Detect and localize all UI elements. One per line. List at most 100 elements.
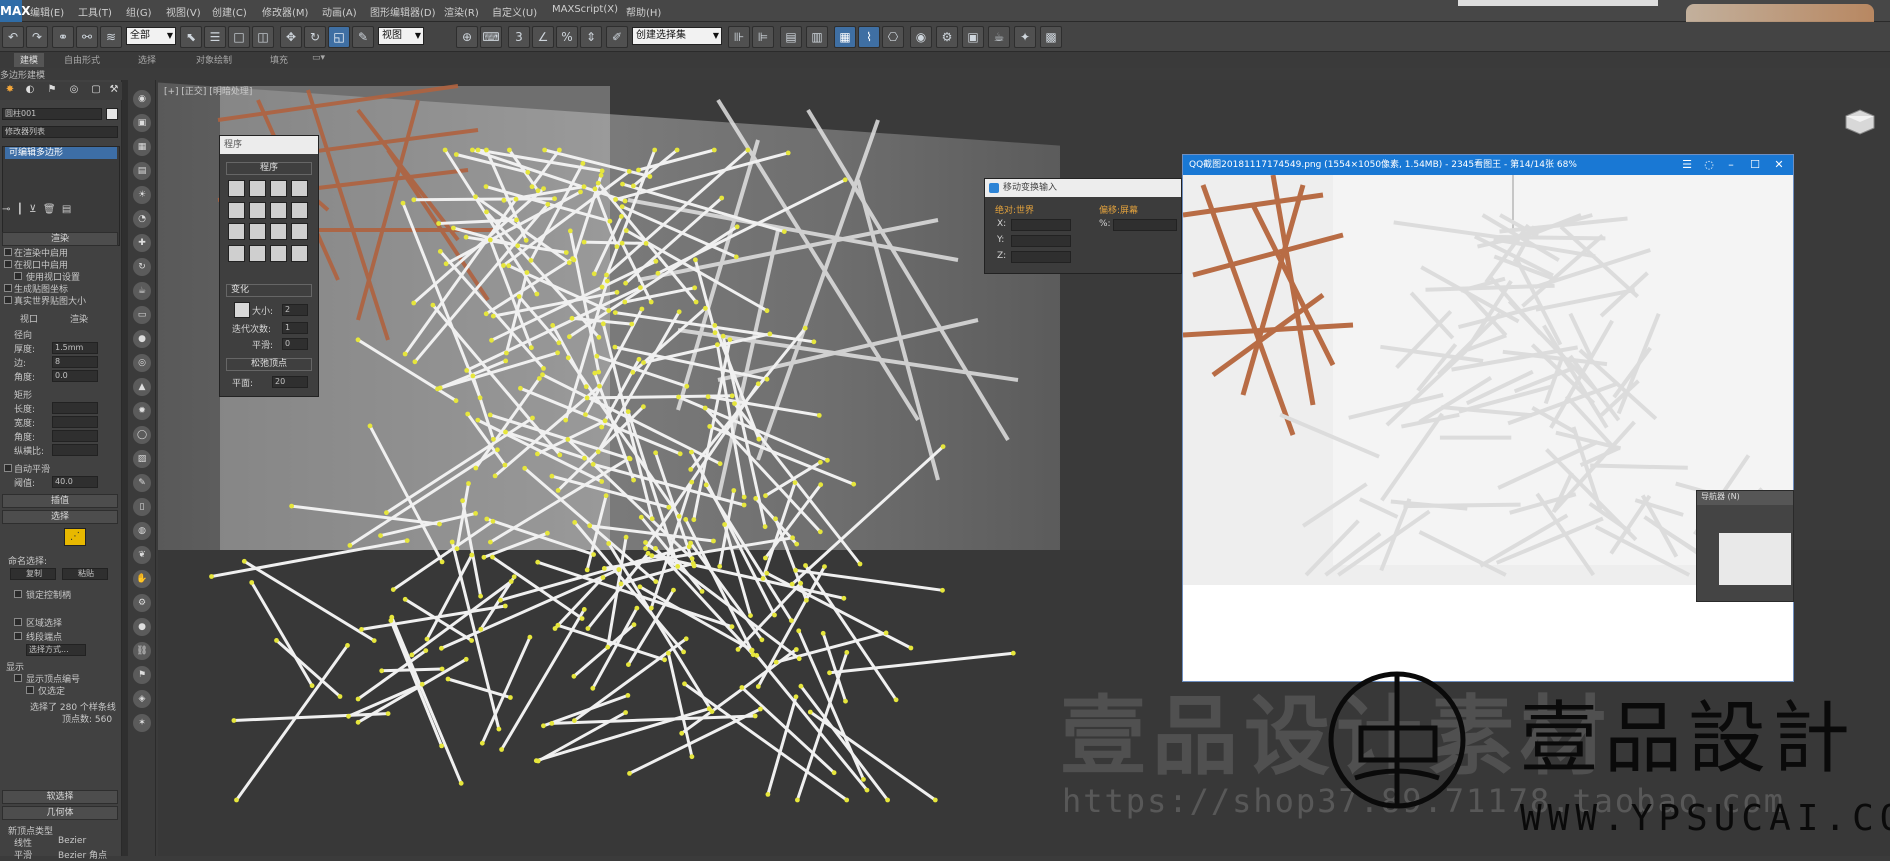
tool-cell-icon[interactable] — [291, 201, 308, 219]
width-field[interactable] — [52, 416, 98, 428]
redo-icon[interactable]: ↷ — [26, 26, 48, 48]
ball-icon[interactable]: ● — [133, 618, 151, 636]
rotate-view-icon[interactable]: ↻ — [133, 258, 151, 276]
lock-handles-checkbox[interactable] — [14, 590, 22, 598]
menu-edit[interactable]: 编辑(E) — [30, 4, 64, 19]
menu-animation[interactable]: 动画(A) — [322, 4, 357, 19]
angle-field[interactable]: 0.0 — [52, 370, 98, 382]
link-icon[interactable]: ⚭ — [52, 26, 74, 48]
menu-help[interactable]: 帮助(H) — [626, 4, 661, 19]
snap-3d-icon[interactable]: 3 — [508, 26, 530, 48]
light-icon[interactable]: ☀ — [133, 186, 151, 204]
cylinder-icon[interactable]: ▯ — [133, 498, 151, 516]
align-icon[interactable]: ⊫ — [752, 26, 774, 48]
vertex-subobject-icon[interactable]: ⋰ — [64, 528, 86, 546]
schematic-view-icon[interactable]: ⎔ — [882, 26, 904, 48]
box-icon[interactable]: ▣ — [133, 114, 151, 132]
viewport-label[interactable]: [+] [正交] [明暗处理] — [164, 84, 252, 97]
tool-cell-icon[interactable] — [291, 244, 308, 262]
viewcube-icon[interactable] — [1842, 106, 1878, 136]
absolute-z-field[interactable] — [1011, 251, 1071, 263]
tool-cell-icon[interactable] — [270, 201, 287, 219]
mirror-icon[interactable]: ⊪ — [728, 26, 750, 48]
tool-cell-icon[interactable] — [270, 244, 287, 262]
panel-title-bar[interactable]: 程序 — [220, 136, 318, 154]
grid-icon[interactable]: ▦ — [133, 138, 151, 156]
camera-icon[interactable]: ◔ — [133, 210, 151, 228]
copy-button[interactable]: 复制 — [10, 568, 56, 580]
tool-cell-icon[interactable] — [291, 180, 308, 197]
pivot-center-icon[interactable]: ⊕ — [456, 26, 478, 48]
enable-render-checkbox[interactable] — [4, 248, 12, 256]
rollout-rendering[interactable]: 渲染 — [2, 232, 118, 246]
length-field[interactable] — [52, 402, 98, 414]
layers-icon[interactable]: ▤ — [133, 162, 151, 180]
flag-icon[interactable]: ⚑ — [133, 666, 151, 684]
segment-end-checkbox[interactable] — [14, 632, 22, 640]
globe-icon[interactable]: ◍ — [133, 522, 151, 540]
menu-icon[interactable]: ☰ — [1677, 155, 1697, 175]
ref-coord-dropdown[interactable]: 视图 ▼ — [378, 27, 424, 45]
hatch-icon[interactable]: ▨ — [133, 450, 151, 468]
navigator-thumbnail[interactable] — [1719, 533, 1791, 585]
teapot-icon[interactable]: ☕ — [133, 282, 151, 300]
selection-filter-dropdown[interactable]: 全部 ▼ — [126, 27, 176, 45]
thickness-field[interactable]: 1.5mm — [52, 342, 98, 354]
curve-editor-icon[interactable]: ⌇ — [858, 26, 880, 48]
modifier-list-dropdown[interactable]: 修改器列表 — [2, 126, 118, 138]
helper-icon[interactable]: ✚ — [133, 234, 151, 252]
named-selection-dropdown[interactable]: 创建选择集 ▼ — [632, 27, 722, 45]
sides-field[interactable]: 8 — [52, 356, 98, 368]
radial-radio-label[interactable]: 径向 — [14, 328, 32, 341]
tool-cell-icon[interactable] — [228, 201, 245, 219]
tool-cell-icon[interactable] — [249, 223, 266, 240]
object-color-swatch[interactable] — [106, 108, 118, 120]
render-iterative-icon[interactable]: ✦ — [1014, 26, 1036, 48]
chain-icon[interactable]: ⛓ — [133, 642, 151, 660]
use-viewport-settings-checkbox[interactable] — [14, 272, 22, 280]
renderer-radio-label[interactable]: 渲染 — [70, 312, 88, 325]
percent-snap-icon[interactable]: % — [556, 26, 578, 48]
aspect-field[interactable] — [52, 444, 98, 456]
cone-icon[interactable]: ▲ — [133, 378, 151, 396]
select-by-name-icon[interactable]: ☰ — [204, 26, 226, 48]
bind-spacewarp-icon[interactable]: ≋ — [100, 26, 122, 48]
utilities-tab-icon[interactable]: ⚒ — [106, 84, 122, 98]
tool-cell-icon[interactable] — [249, 244, 266, 262]
menu-customize[interactable]: 自定义(U) — [492, 4, 537, 19]
pin-stack-icon[interactable]: ⊸ — [2, 204, 10, 215]
show-vertex-numbers-checkbox[interactable] — [14, 674, 22, 682]
render-frame-icon[interactable]: ▣ — [962, 26, 984, 48]
close-icon[interactable]: ✕ — [1769, 155, 1789, 175]
rollout-geometry[interactable]: 几何体 — [2, 806, 118, 820]
star-icon[interactable]: ✶ — [133, 714, 151, 732]
sphere-icon[interactable]: ● — [133, 330, 151, 348]
tool-cell-icon[interactable] — [291, 223, 308, 240]
smooth-radio-label[interactable]: 平滑 — [14, 848, 32, 861]
menu-create[interactable]: 创建(C) — [212, 4, 247, 19]
configure-sets-icon[interactable]: ▤ — [62, 204, 71, 215]
torus-icon[interactable]: ◎ — [133, 354, 151, 372]
area-selection-checkbox[interactable] — [14, 618, 22, 626]
paint-icon[interactable]: ✎ — [133, 474, 151, 492]
ribbon-options-icon[interactable]: ▭▾ — [312, 53, 325, 67]
select-object-icon[interactable]: ⬉ — [180, 26, 202, 48]
hand-icon[interactable]: ✋ — [133, 570, 151, 588]
enable-viewport-checkbox[interactable] — [4, 260, 12, 268]
real-world-checkbox[interactable] — [4, 296, 12, 304]
render-active-icon[interactable]: ▩ — [1040, 26, 1062, 48]
rollout-selection[interactable]: 选择 — [2, 510, 118, 524]
unlink-icon[interactable]: ⚯ — [76, 26, 98, 48]
render-production-icon[interactable]: ☕ — [988, 26, 1010, 48]
rotate-icon[interactable]: ↻ — [304, 26, 326, 48]
layer-explorer-icon[interactable]: ▥ — [806, 26, 828, 48]
placement-icon[interactable]: ✎ — [352, 26, 374, 48]
tool-cell-icon[interactable] — [249, 201, 266, 219]
render-setup-icon[interactable]: ⚙ — [936, 26, 958, 48]
display-tab-icon[interactable]: ▢ — [88, 84, 104, 98]
absolute-x-field[interactable] — [1011, 219, 1071, 231]
menu-graph-editors[interactable]: 图形编辑器(D) — [370, 4, 436, 19]
menu-group[interactable]: 组(G) — [126, 4, 152, 19]
remove-modifier-icon[interactable]: 🗑 — [43, 204, 56, 215]
tab-object-paint[interactable]: 对象绘制 — [196, 53, 232, 67]
